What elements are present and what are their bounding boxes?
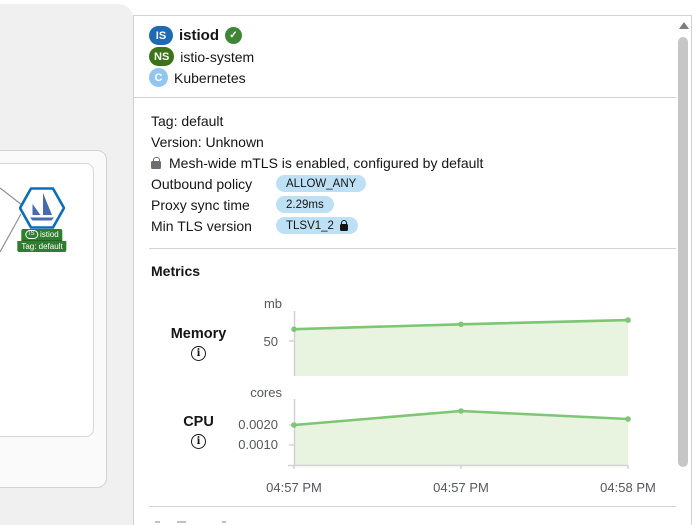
cluster-badge: C	[149, 68, 168, 87]
min-tls-value: TLSV1_2	[286, 220, 334, 232]
metrics-heading: Metrics	[151, 263, 200, 279]
xaxis-tick-3: 04:58 PM	[583, 480, 673, 495]
namespace-name: istio-system	[180, 49, 254, 65]
tls-lock-icon	[340, 224, 348, 231]
cluster-name: Kubernetes	[174, 70, 246, 86]
cpu-sparkline-chart	[288, 399, 634, 476]
title-row-cluster: C Kubernetes	[149, 67, 254, 88]
memory-ytick-50: 50	[188, 334, 278, 349]
scrollbar-thumb[interactable]	[678, 37, 688, 467]
mtls-text: Mesh-wide mTLS is enabled, configured by…	[169, 155, 483, 171]
kiali-screen: IS istiod Tag: default IS istiod ✓ NS is…	[0, 0, 698, 525]
namespace-badge: NS	[149, 47, 174, 66]
proxy-sync-label: Proxy sync time	[151, 197, 276, 213]
proxy-sync-value: 2.29ms	[286, 199, 324, 211]
outbound-policy-label: Outbound policy	[151, 176, 276, 192]
cpu-ytick-0020: 0.0020	[188, 417, 278, 432]
divider-title	[134, 97, 678, 98]
version-row: Version: Unknown	[151, 131, 483, 152]
mtls-row: Mesh-wide mTLS is enabled, configured by…	[151, 152, 483, 173]
divider-config	[149, 248, 678, 249]
xaxis-tick-1: 04:57 PM	[249, 480, 339, 495]
proxy-sync-row: Proxy sync time 2.29ms	[151, 194, 483, 215]
panel-scrollbar[interactable]	[676, 16, 691, 525]
cpu-ytick-0010: 0.0010	[188, 437, 278, 452]
tag-row: Tag: default	[151, 110, 483, 131]
tag-text: Tag: default	[151, 113, 223, 129]
node-name: istiod	[40, 229, 59, 240]
min-tls-row: Min TLS version TLSV1_2	[151, 215, 483, 236]
scrollbar-up-arrow-icon[interactable]	[679, 22, 689, 29]
xaxis-tick-2: 04:57 PM	[416, 480, 506, 495]
graph-edges	[0, 0, 133, 525]
version-text: Version: Unknown	[151, 134, 264, 150]
panel-title-block: IS istiod ✓ NS istio-system C Kubernetes	[149, 25, 254, 88]
min-tls-label: Min TLS version	[151, 218, 276, 234]
clipped-next-section-text	[151, 521, 451, 525]
title-row-namespace: NS istio-system	[149, 46, 254, 67]
outbound-policy-value: ALLOW_ANY	[286, 178, 356, 190]
mtls-lock-icon	[151, 161, 161, 169]
node-tag: Tag: default	[21, 241, 62, 252]
config-block: Tag: default Version: Unknown Mesh-wide …	[151, 110, 483, 236]
cpu-unit-label: cores	[234, 385, 286, 400]
istiod-node-hexagon[interactable]	[19, 187, 65, 229]
istiod-node-label[interactable]: IS istiod Tag: default	[17, 229, 66, 252]
memory-sparkline-chart	[288, 311, 634, 382]
outbound-policy-row: Outbound policy ALLOW_ANY	[151, 173, 483, 194]
outbound-policy-pill: ALLOW_ANY	[276, 175, 366, 192]
divider-metrics	[149, 506, 678, 507]
istio-kind-badge: IS	[149, 26, 173, 45]
min-tls-pill: TLSV1_2	[276, 217, 358, 234]
memory-unit-label: mb	[234, 296, 286, 311]
node-kind-badge: IS	[25, 230, 38, 239]
title-row-istiod: IS istiod ✓	[149, 25, 254, 46]
mesh-graph-canvas[interactable]: IS istiod Tag: default	[0, 0, 133, 525]
health-check-icon: ✓	[225, 27, 242, 44]
proxy-sync-pill: 2.29ms	[276, 196, 334, 213]
istiod-detail-panel: IS istiod ✓ NS istio-system C Kubernetes…	[133, 15, 692, 525]
page-title: istiod	[179, 27, 219, 44]
